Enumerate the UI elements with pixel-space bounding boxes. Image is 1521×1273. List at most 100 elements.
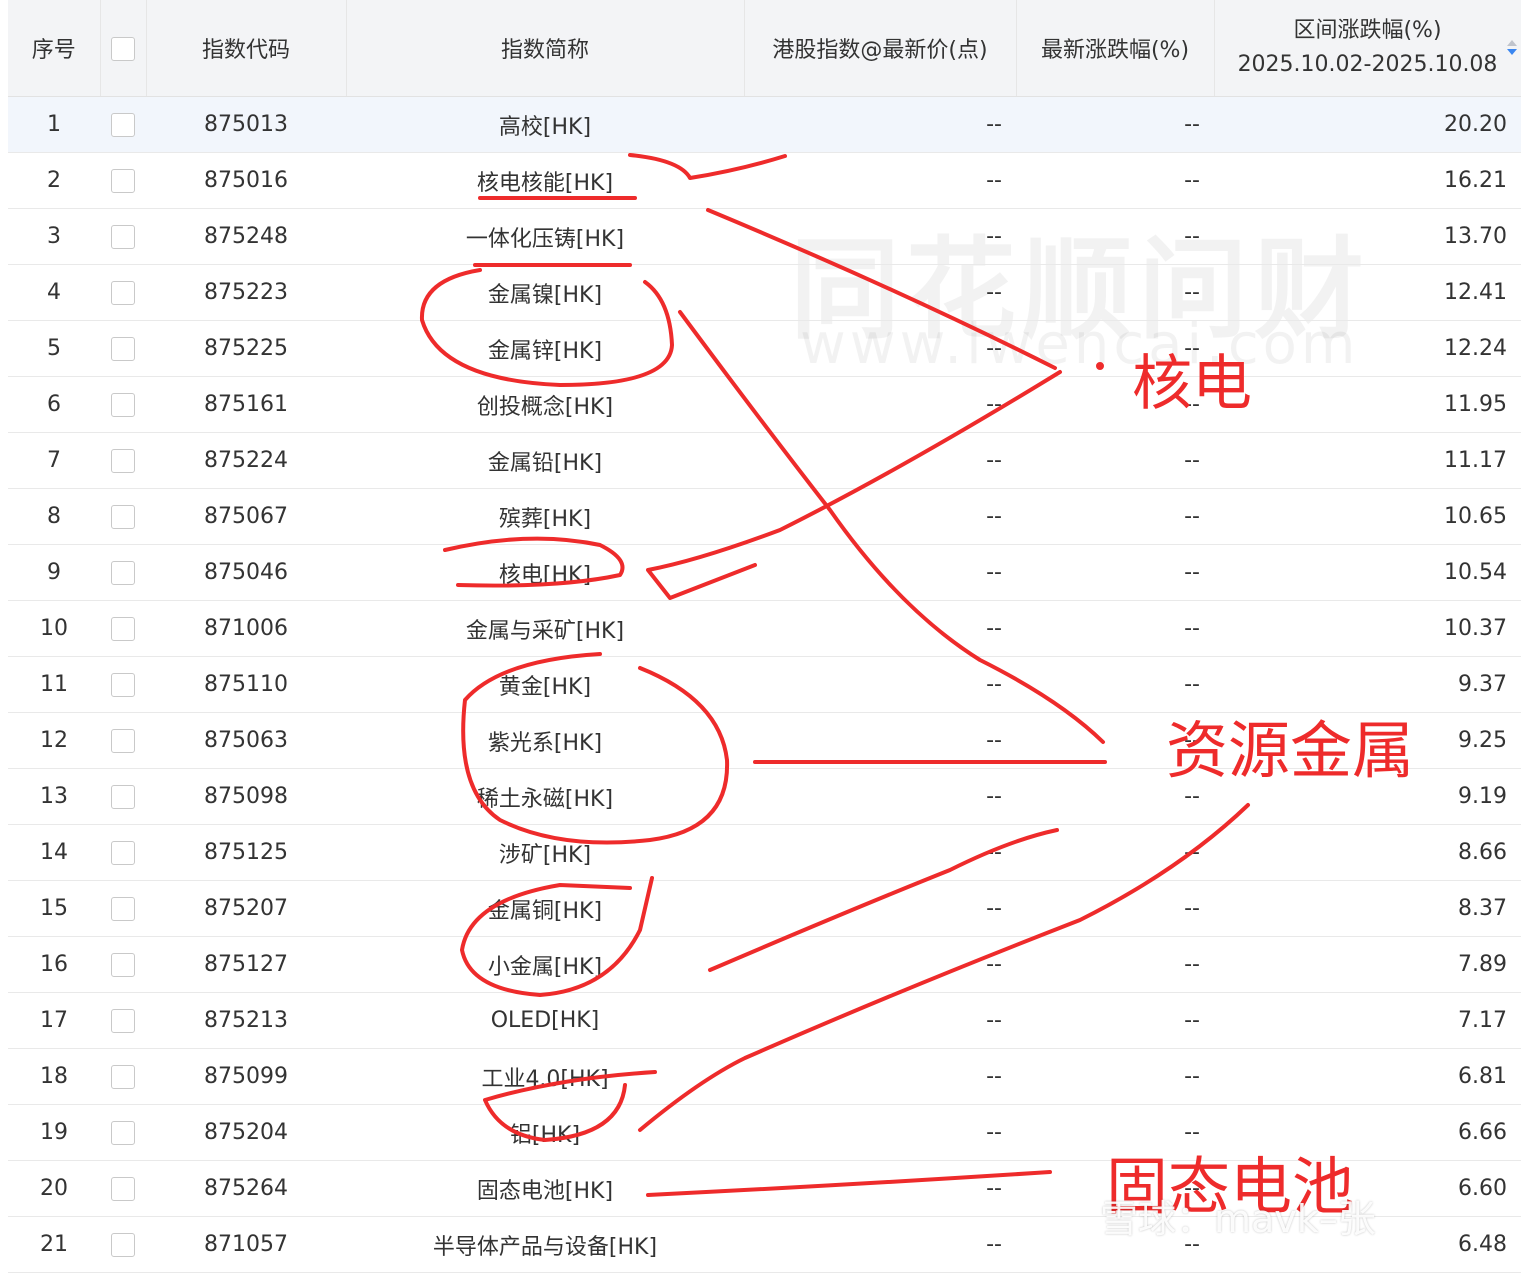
row-select-checkbox[interactable] <box>111 785 135 809</box>
table-row[interactable]: 18 875099 工业4.0[HK] -- -- 6.81 <box>8 1048 1521 1105</box>
row-select-checkbox[interactable] <box>111 841 135 865</box>
header-code[interactable]: 指数代码 <box>146 0 347 97</box>
table-row[interactable]: 1 875013 高校[HK] -- -- 20.20 <box>8 96 1521 153</box>
table-row[interactable]: 20 875264 固态电池[HK] -- -- 6.60 <box>8 1160 1521 1217</box>
row-checkbox[interactable] <box>100 544 146 601</box>
index-name-link[interactable]: 金属铜[HK] <box>488 899 602 924</box>
table-row[interactable]: 9 875046 核电[HK] -- -- 10.54 <box>8 544 1521 601</box>
table-row[interactable]: 2 875016 核电核能[HK] -- -- 16.21 <box>8 152 1521 209</box>
index-name-link[interactable]: 稀土永磁[HK] <box>477 787 613 812</box>
sort-desc-icon[interactable] <box>1506 40 1517 58</box>
table-row[interactable]: 14 875125 涉矿[HK] -- -- 8.66 <box>8 824 1521 881</box>
index-name-link[interactable]: 固态电池[HK] <box>477 1179 613 1204</box>
row-checkbox[interactable] <box>100 1104 146 1161</box>
row-select-checkbox[interactable] <box>111 673 135 697</box>
row-select-checkbox[interactable] <box>111 169 135 193</box>
row-checkbox[interactable] <box>100 1048 146 1105</box>
row-select-checkbox[interactable] <box>111 449 135 473</box>
row-select-checkbox[interactable] <box>111 561 135 585</box>
row-select-checkbox[interactable] <box>111 225 135 249</box>
table-row[interactable]: 11 875110 黄金[HK] -- -- 9.37 <box>8 656 1521 713</box>
row-change: -- <box>1016 824 1214 881</box>
row-checkbox[interactable] <box>100 376 146 433</box>
row-checkbox[interactable] <box>100 712 146 769</box>
table-row[interactable]: 16 875127 小金属[HK] -- -- 7.89 <box>8 936 1521 993</box>
row-checkbox[interactable] <box>100 488 146 545</box>
row-checkbox[interactable] <box>100 656 146 713</box>
row-price: -- <box>744 712 1016 769</box>
header-select-all[interactable] <box>100 0 147 97</box>
row-range: 6.66 <box>1214 1104 1521 1161</box>
row-select-checkbox[interactable] <box>111 729 135 753</box>
table-row[interactable]: 7 875224 金属铅[HK] -- -- 11.17 <box>8 432 1521 489</box>
row-code: 875046 <box>146 544 346 601</box>
row-select-checkbox[interactable] <box>111 1121 135 1145</box>
table-row[interactable]: 3 875248 一体化压铸[HK] -- -- 13.70 <box>8 208 1521 265</box>
row-select-checkbox[interactable] <box>111 337 135 361</box>
table-row[interactable]: 17 875213 OLED[HK] -- -- 7.17 <box>8 992 1521 1049</box>
table-row[interactable]: 5 875225 金属锌[HK] -- -- 12.24 <box>8 320 1521 377</box>
table-row[interactable]: 15 875207 金属铜[HK] -- -- 8.37 <box>8 880 1521 937</box>
row-name: 铝[HK] <box>346 1104 744 1161</box>
header-change[interactable]: 最新涨跌幅(%) <box>1016 0 1215 97</box>
row-select-checkbox[interactable] <box>111 1009 135 1033</box>
row-code: 875127 <box>146 936 346 993</box>
index-name-link[interactable]: 核电核能[HK] <box>477 171 613 196</box>
index-name-link[interactable]: 铝[HK] <box>510 1123 580 1148</box>
index-name-link[interactable]: 核电[HK] <box>499 563 591 588</box>
row-checkbox[interactable] <box>100 600 146 657</box>
row-select-checkbox[interactable] <box>111 953 135 977</box>
index-name-link[interactable]: 紫光系[HK] <box>488 731 602 756</box>
row-checkbox[interactable] <box>100 208 146 265</box>
row-checkbox[interactable] <box>100 432 146 489</box>
table-row[interactable]: 12 875063 紫光系[HK] -- -- 9.25 <box>8 712 1521 769</box>
index-name-link[interactable]: 小金属[HK] <box>488 955 602 980</box>
table-row[interactable]: 13 875098 稀土永磁[HK] -- -- 9.19 <box>8 768 1521 825</box>
header-name[interactable]: 指数简称 <box>346 0 745 97</box>
index-name-link[interactable]: 涉矿[HK] <box>499 843 591 868</box>
index-name-link[interactable]: 黄金[HK] <box>499 675 591 700</box>
row-checkbox[interactable] <box>100 880 146 937</box>
table-row[interactable]: 19 875204 铝[HK] -- -- 6.66 <box>8 1104 1521 1161</box>
header-index[interactable]: 序号 <box>8 0 101 97</box>
row-select-checkbox[interactable] <box>111 1065 135 1089</box>
table-row[interactable]: 10 871006 金属与采矿[HK] -- -- 10.37 <box>8 600 1521 657</box>
index-name-link[interactable]: OLED[HK] <box>491 1008 600 1033</box>
index-name-link[interactable]: 工业4.0[HK] <box>481 1067 608 1092</box>
index-name-link[interactable]: 一体化压铸[HK] <box>466 227 624 252</box>
row-checkbox[interactable] <box>100 824 146 881</box>
row-select-checkbox[interactable] <box>111 505 135 529</box>
index-name-link[interactable]: 创投概念[HK] <box>477 395 613 420</box>
row-checkbox[interactable] <box>100 264 146 321</box>
row-select-checkbox[interactable] <box>111 113 135 137</box>
row-select-checkbox[interactable] <box>111 1233 135 1257</box>
index-name-link[interactable]: 高校[HK] <box>499 115 591 140</box>
table-row[interactable]: 8 875067 殡葬[HK] -- -- 10.65 <box>8 488 1521 545</box>
row-select-checkbox[interactable] <box>111 393 135 417</box>
row-select-checkbox[interactable] <box>111 897 135 921</box>
header-range[interactable]: 区间涨跌幅(%) 2025.10.02-2025.10.08 <box>1214 0 1521 97</box>
row-range: 20.20 <box>1214 96 1521 153</box>
row-checkbox[interactable] <box>100 936 146 993</box>
row-checkbox[interactable] <box>100 152 146 209</box>
row-select-checkbox[interactable] <box>111 617 135 641</box>
table-row[interactable]: 6 875161 创投概念[HK] -- -- 11.95 <box>8 376 1521 433</box>
row-checkbox[interactable] <box>100 320 146 377</box>
table-row[interactable]: 4 875223 金属镍[HK] -- -- 12.41 <box>8 264 1521 321</box>
row-checkbox[interactable] <box>100 992 146 1049</box>
index-name-link[interactable]: 殡葬[HK] <box>499 507 591 532</box>
row-checkbox[interactable] <box>100 768 146 825</box>
row-checkbox[interactable] <box>100 1160 146 1217</box>
index-name-link[interactable]: 金属镍[HK] <box>488 283 602 308</box>
row-checkbox[interactable] <box>100 1216 146 1273</box>
row-checkbox[interactable] <box>100 96 146 153</box>
index-name-link[interactable]: 金属铅[HK] <box>488 451 602 476</box>
select-all-checkbox[interactable] <box>111 36 135 61</box>
table-row[interactable]: 21 871057 半导体产品与设备[HK] -- -- 6.48 <box>8 1216 1521 1273</box>
index-name-link[interactable]: 金属锌[HK] <box>488 339 602 364</box>
row-select-checkbox[interactable] <box>111 281 135 305</box>
row-select-checkbox[interactable] <box>111 1177 135 1201</box>
index-name-link[interactable]: 金属与采矿[HK] <box>466 619 624 644</box>
row-name: 紫光系[HK] <box>346 712 744 769</box>
header-price[interactable]: 港股指数@最新价(点) <box>744 0 1017 97</box>
